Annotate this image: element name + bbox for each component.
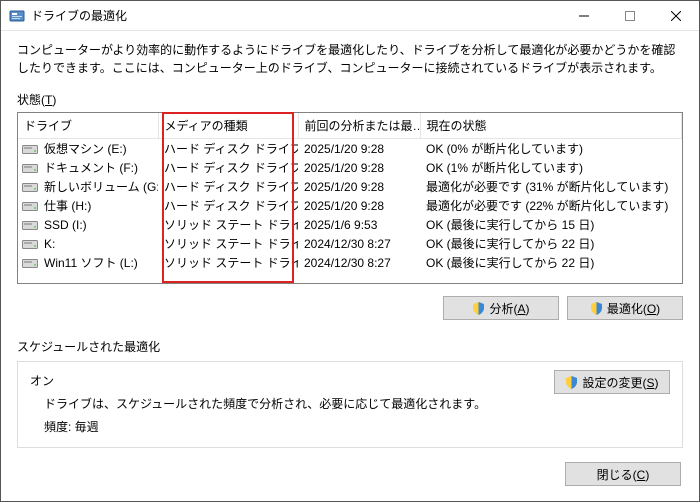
schedule-frequency: 頻度: 毎週 xyxy=(44,418,670,435)
drive-status: 最適化が必要です (22% が断片化しています) xyxy=(420,196,682,215)
drive-media: ハード ディスク ドライブ xyxy=(158,196,298,215)
optimize-button[interactable]: 最適化(O) xyxy=(567,296,683,320)
drive-status: OK (1% が断片化しています) xyxy=(420,158,682,177)
drive-name: Win11 ソフト (L:) xyxy=(44,254,138,271)
shield-icon xyxy=(472,302,485,315)
bottom-buttons-row: 閉じる(C) xyxy=(17,462,683,486)
drive-name: SSD (I:) xyxy=(44,218,87,232)
drive-status: OK (最後に実行してから 22 日) xyxy=(420,253,682,272)
maximize-button[interactable] xyxy=(607,1,653,31)
drive-icon xyxy=(22,219,38,231)
table-row[interactable]: ドキュメント (F:) ハード ディスク ドライブ2025/1/20 9:28OK… xyxy=(18,158,682,177)
col-status[interactable]: 現在の状態 xyxy=(420,113,682,139)
table-header-row: ドライブ メディアの種類 前回の分析または最… 現在の状態 xyxy=(18,113,682,139)
col-last[interactable]: 前回の分析または最… xyxy=(298,113,420,139)
table-row[interactable]: 仮想マシン (E:) ハード ディスク ドライブ2025/1/20 9:28OK … xyxy=(18,139,682,159)
col-media[interactable]: メディアの種類 xyxy=(158,113,298,139)
description-text: コンピューターがより効率的に動作するようにドライブを最適化したり、ドライブを分析… xyxy=(17,41,683,77)
drive-icon xyxy=(22,162,38,174)
shield-icon xyxy=(590,302,603,315)
table-row[interactable]: SSD (I:) ソリッド ステート ドライブ2025/1/6 9:53OK (最… xyxy=(18,215,682,234)
schedule-box: 設定の変更(S) オン ドライブは、スケジュールされた頻度で分析され、必要に応じ… xyxy=(17,361,683,448)
drive-last: 2024/12/30 8:27 xyxy=(298,234,420,253)
drive-last: 2025/1/20 9:28 xyxy=(298,177,420,196)
schedule-description: ドライブは、スケジュールされた頻度で分析され、必要に応じて最適化されます。 xyxy=(44,395,670,412)
drive-name: K: xyxy=(44,237,55,251)
drive-last: 2025/1/20 9:28 xyxy=(298,139,420,159)
drive-icon xyxy=(22,200,38,212)
drive-media: ハード ディスク ドライブ xyxy=(158,139,298,159)
minimize-button[interactable] xyxy=(561,1,607,31)
change-settings-button[interactable]: 設定の変更(S) xyxy=(554,370,670,394)
drive-status: OK (最後に実行してから 15 日) xyxy=(420,215,682,234)
analyze-button[interactable]: 分析(A) xyxy=(443,296,559,320)
drive-status: OK (最後に実行してから 22 日) xyxy=(420,234,682,253)
drives-table[interactable]: ドライブ メディアの種類 前回の分析または最… 現在の状態 仮想マシン (E:)… xyxy=(17,112,683,284)
drive-media: ハード ディスク ドライブ xyxy=(158,177,298,196)
drive-last: 2025/1/20 9:28 xyxy=(298,158,420,177)
drive-media: ソリッド ステート ドライブ xyxy=(158,253,298,272)
drive-icon xyxy=(22,181,38,193)
table-row[interactable]: K: ソリッド ステート ドライブ2024/12/30 8:27OK (最後に実行… xyxy=(18,234,682,253)
content-area: コンピューターがより効率的に動作するようにドライブを最適化したり、ドライブを分析… xyxy=(1,31,699,498)
shield-icon xyxy=(565,376,578,389)
drive-media: ソリッド ステート ドライブ xyxy=(158,215,298,234)
drive-last: 2024/12/30 8:27 xyxy=(298,253,420,272)
drive-name: 新しいボリューム (G:) xyxy=(44,178,158,195)
drive-name: 仮想マシン (E:) xyxy=(44,140,127,157)
drive-last: 2025/1/20 9:28 xyxy=(298,196,420,215)
drive-name: ドキュメント (F:) xyxy=(44,159,138,176)
drive-icon xyxy=(22,143,38,155)
drive-media: ハード ディスク ドライブ xyxy=(158,158,298,177)
drive-icon xyxy=(22,257,38,269)
close-button[interactable] xyxy=(653,1,699,31)
app-icon xyxy=(9,8,25,24)
table-row[interactable]: Win11 ソフト (L:) ソリッド ステート ドライブ2024/12/30 8… xyxy=(18,253,682,272)
drive-last: 2025/1/6 9:53 xyxy=(298,215,420,234)
drive-status: OK (0% が断片化しています) xyxy=(420,139,682,159)
window-title: ドライブの最適化 xyxy=(31,7,561,24)
action-buttons-row: 分析(A) 最適化(O) xyxy=(17,296,683,320)
titlebar: ドライブの最適化 xyxy=(1,1,699,31)
status-section-label: 状態(T) xyxy=(17,91,683,108)
schedule-section-label: スケジュールされた最適化 xyxy=(17,338,683,355)
drive-name: 仕事 (H:) xyxy=(44,197,91,214)
close-dialog-button[interactable]: 閉じる(C) xyxy=(565,462,681,486)
drive-status: 最適化が必要です (31% が断片化しています) xyxy=(420,177,682,196)
table-row[interactable]: 新しいボリューム (G:)ハード ディスク ドライブ2025/1/20 9:28… xyxy=(18,177,682,196)
col-drive[interactable]: ドライブ xyxy=(18,113,158,139)
drive-media: ソリッド ステート ドライブ xyxy=(158,234,298,253)
drive-icon xyxy=(22,238,38,250)
table-row[interactable]: 仕事 (H:) ハード ディスク ドライブ2025/1/20 9:28最適化が必要… xyxy=(18,196,682,215)
window-controls xyxy=(561,1,699,31)
